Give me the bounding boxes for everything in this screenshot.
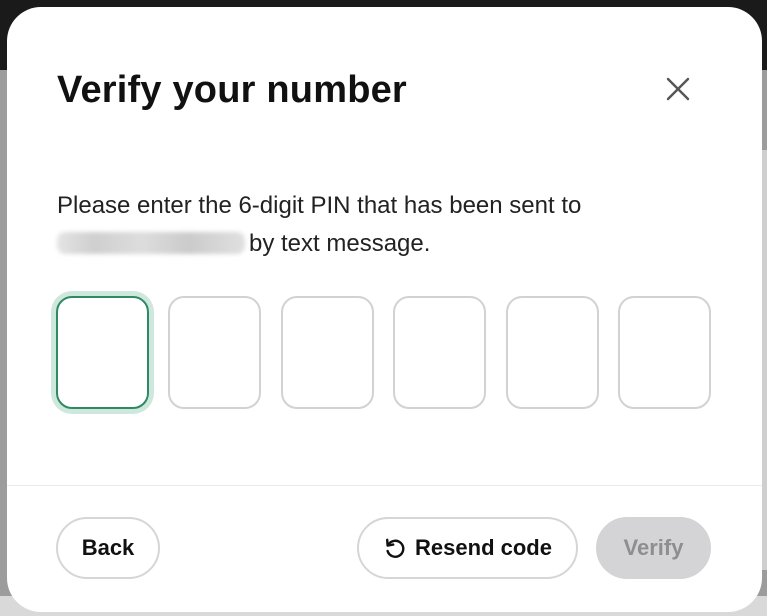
resend-button-label: Resend code (415, 535, 552, 560)
redacted-phone-number (57, 232, 245, 254)
back-button-label: Back (81, 535, 135, 560)
close-button[interactable] (662, 73, 694, 105)
pin-digit-2[interactable] (168, 296, 261, 409)
refresh-icon (386, 538, 405, 558)
footer-divider (7, 485, 762, 486)
verify-dialog: Verify your number Please enter the 6-di… (7, 7, 762, 612)
pin-digit-4[interactable] (393, 296, 486, 409)
dialog-title: Verify your number (57, 69, 407, 111)
instructions-line-1: Please enter the 6-digit PIN that has be… (57, 192, 582, 219)
pin-digit-5[interactable] (506, 296, 599, 409)
verify-button-label: Verify (623, 535, 684, 560)
resend-code-button[interactable]: Resend code (357, 517, 578, 579)
instructions-line-2: by text message. (249, 230, 431, 257)
instructions-text: Please enter the 6-digit PIN that has be… (57, 187, 707, 263)
pin-digit-1[interactable] (56, 296, 149, 409)
back-button[interactable]: Back (56, 517, 160, 579)
close-icon (666, 77, 690, 101)
pin-digit-6[interactable] (618, 296, 711, 409)
verify-button[interactable]: Verify (596, 517, 711, 579)
pin-digit-3[interactable] (281, 296, 374, 409)
